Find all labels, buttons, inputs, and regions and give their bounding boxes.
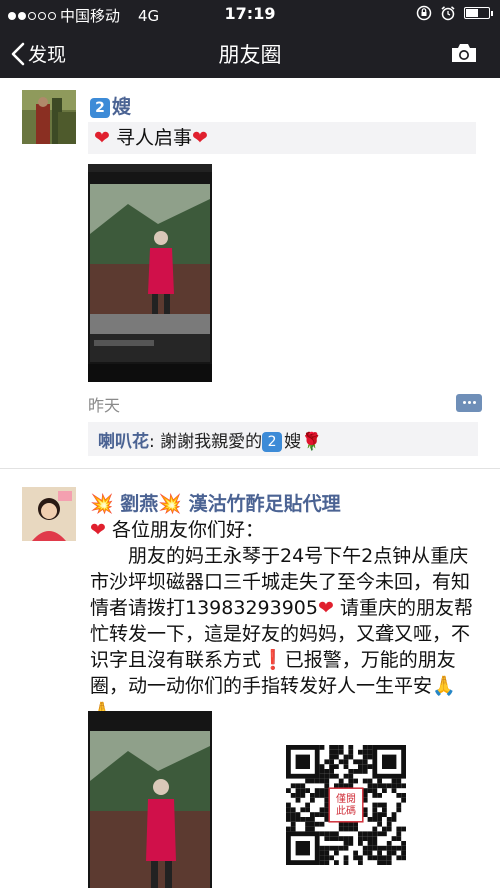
post-text: ❤ 各位朋友你们好： 朋友的妈王永琴于24号下午2点钟从重庆 市沙坪坝磁器口三千…	[90, 517, 480, 725]
rose-icon: 🌹	[301, 432, 323, 452]
post-text-content: 寻人启事	[115, 127, 192, 149]
moments-post: 💥 劉燕💥 漢沽竹酢足貼代理 ❤ 各位朋友你们好： 朋友的妈王永琴于24号下午2…	[0, 469, 500, 888]
burst-icon: 💥	[90, 493, 114, 515]
comment-suffix: 嫂	[284, 432, 302, 452]
comment-button[interactable]	[456, 394, 482, 412]
comment-text: 謝謝我親愛的	[160, 432, 263, 452]
post-line: 市沙坪坝磁器口三千城走失了至今未回，有知	[90, 571, 471, 593]
svg-text:此碼: 此碼	[336, 804, 356, 817]
burst-icon: 💥	[158, 493, 182, 515]
post-line: 已报警，万能的朋友	[284, 649, 456, 671]
heart-icon: ❤	[317, 597, 334, 619]
post-image[interactable]	[88, 711, 212, 888]
post-line: 各位朋友你们好：	[111, 519, 264, 541]
post-line: 朋友的妈王永琴于24号下午2点钟从重庆	[128, 545, 469, 567]
exclamation-icon: ❗	[261, 649, 285, 671]
number-badge: 2	[262, 432, 283, 452]
moments-post: 2嫂 ❤ 寻人启事❤ 昨天 喇叭花: 謝謝我親愛的 2 嫂🌹	[0, 78, 500, 468]
post-line: 圈，动一动你们的手指转发好人一生平安	[90, 675, 433, 697]
author-name: 嫂	[112, 96, 132, 118]
post-text: ❤ 寻人启事❤	[88, 122, 476, 154]
heart-icon: ❤	[90, 519, 106, 541]
page-title: 朋友圈	[218, 43, 282, 67]
comment-author[interactable]: 喇叭花	[98, 432, 149, 452]
alarm-clock-icon	[441, 6, 455, 21]
camera-icon[interactable]	[450, 42, 478, 64]
heart-icon: ❤	[94, 127, 110, 149]
post-line: 忙转发一下，這是好友的妈妈，又聋又哑，不	[90, 623, 471, 645]
post-image[interactable]	[88, 164, 212, 382]
avatar[interactable]	[22, 90, 76, 144]
post-time: 昨天	[88, 396, 121, 415]
pray-hands-icon: 🙏	[432, 675, 456, 697]
number-badge: 2	[90, 98, 110, 118]
rotation-lock-icon	[416, 5, 432, 21]
qr-code-image[interactable]: 僅閱此碼	[286, 745, 406, 865]
avatar[interactable]	[22, 487, 76, 541]
post-line: 识字且沒有联系方式	[90, 649, 262, 671]
heart-icon: ❤	[191, 127, 208, 149]
author-title: 漢沽竹酢足貼代理	[188, 493, 341, 515]
status-bar: 中国移动 4G 17:19	[0, 0, 500, 28]
comment-list: 喇叭花: 謝謝我親愛的 2 嫂🌹	[88, 422, 478, 456]
post-line: 请重庆的朋友帮	[339, 597, 473, 619]
post-author[interactable]: 💥 劉燕💥 漢沽竹酢足貼代理	[90, 489, 341, 516]
phone-number-link[interactable]: 情者请拨打13983293905	[90, 597, 318, 619]
post-author[interactable]: 2嫂	[90, 92, 131, 119]
navigation-bar: 发现 朋友圈	[0, 28, 500, 78]
comment-colon: :	[149, 432, 161, 452]
battery-icon	[464, 7, 493, 19]
svg-text:僅閱: 僅閱	[336, 792, 356, 805]
author-name: 劉燕	[120, 493, 159, 515]
